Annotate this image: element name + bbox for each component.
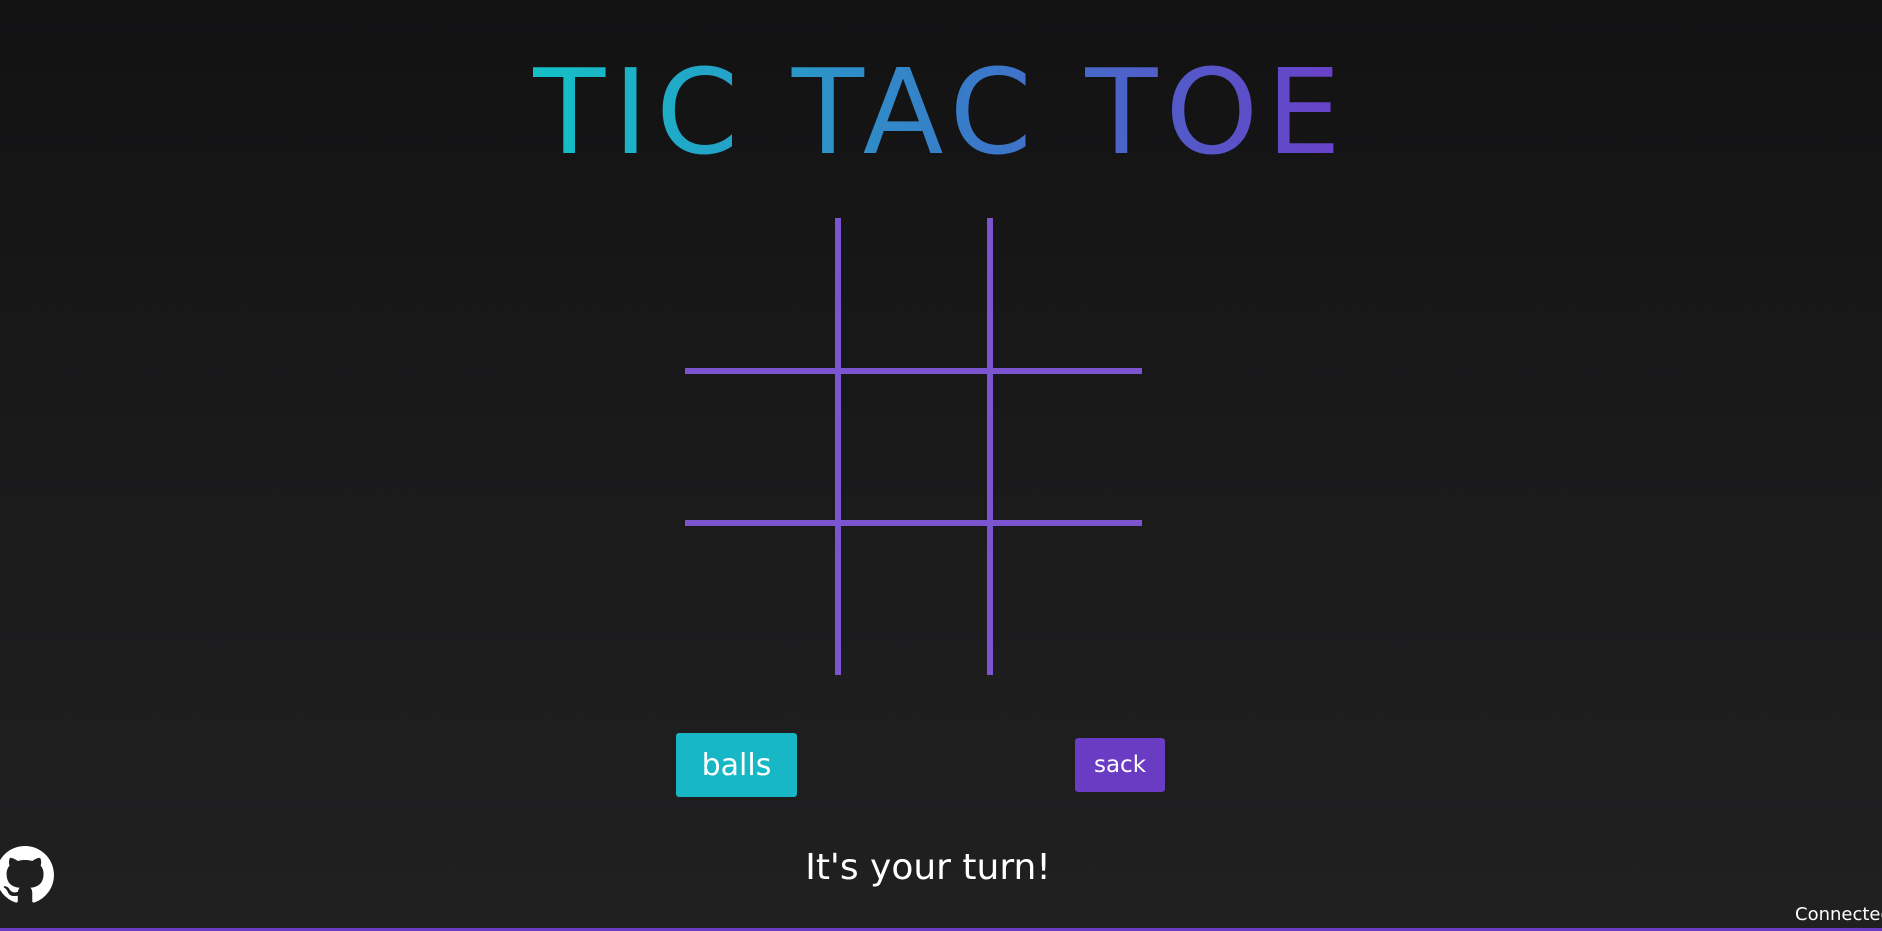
game-title-text: TIC TAC TOE xyxy=(533,43,1349,181)
player2-button[interactable]: sack xyxy=(1075,738,1165,792)
board-cell-4[interactable] xyxy=(685,374,835,524)
board-cell-9[interactable] xyxy=(993,526,1143,676)
game-title: TIC TAC TOE xyxy=(0,52,1882,172)
game-board xyxy=(685,218,1142,675)
github-icon[interactable] xyxy=(0,846,54,904)
grid-line-horizontal-1 xyxy=(685,368,1142,374)
player1-button[interactable]: balls xyxy=(676,733,797,797)
board-cell-2[interactable] xyxy=(841,218,991,368)
grid-line-horizontal-2 xyxy=(685,520,1142,526)
grid-line-vertical-2 xyxy=(987,218,993,675)
connection-status: Connected xyxy=(1795,904,1882,925)
board-cell-3[interactable] xyxy=(993,218,1143,368)
board-cell-7[interactable] xyxy=(685,526,835,676)
board-cell-1[interactable] xyxy=(685,218,835,368)
turn-status: It's your turn! xyxy=(805,847,1051,888)
board-cell-5[interactable] xyxy=(841,374,991,524)
board-cell-8[interactable] xyxy=(841,526,991,676)
grid-line-vertical-1 xyxy=(835,218,841,675)
board-cell-6[interactable] xyxy=(993,374,1143,524)
